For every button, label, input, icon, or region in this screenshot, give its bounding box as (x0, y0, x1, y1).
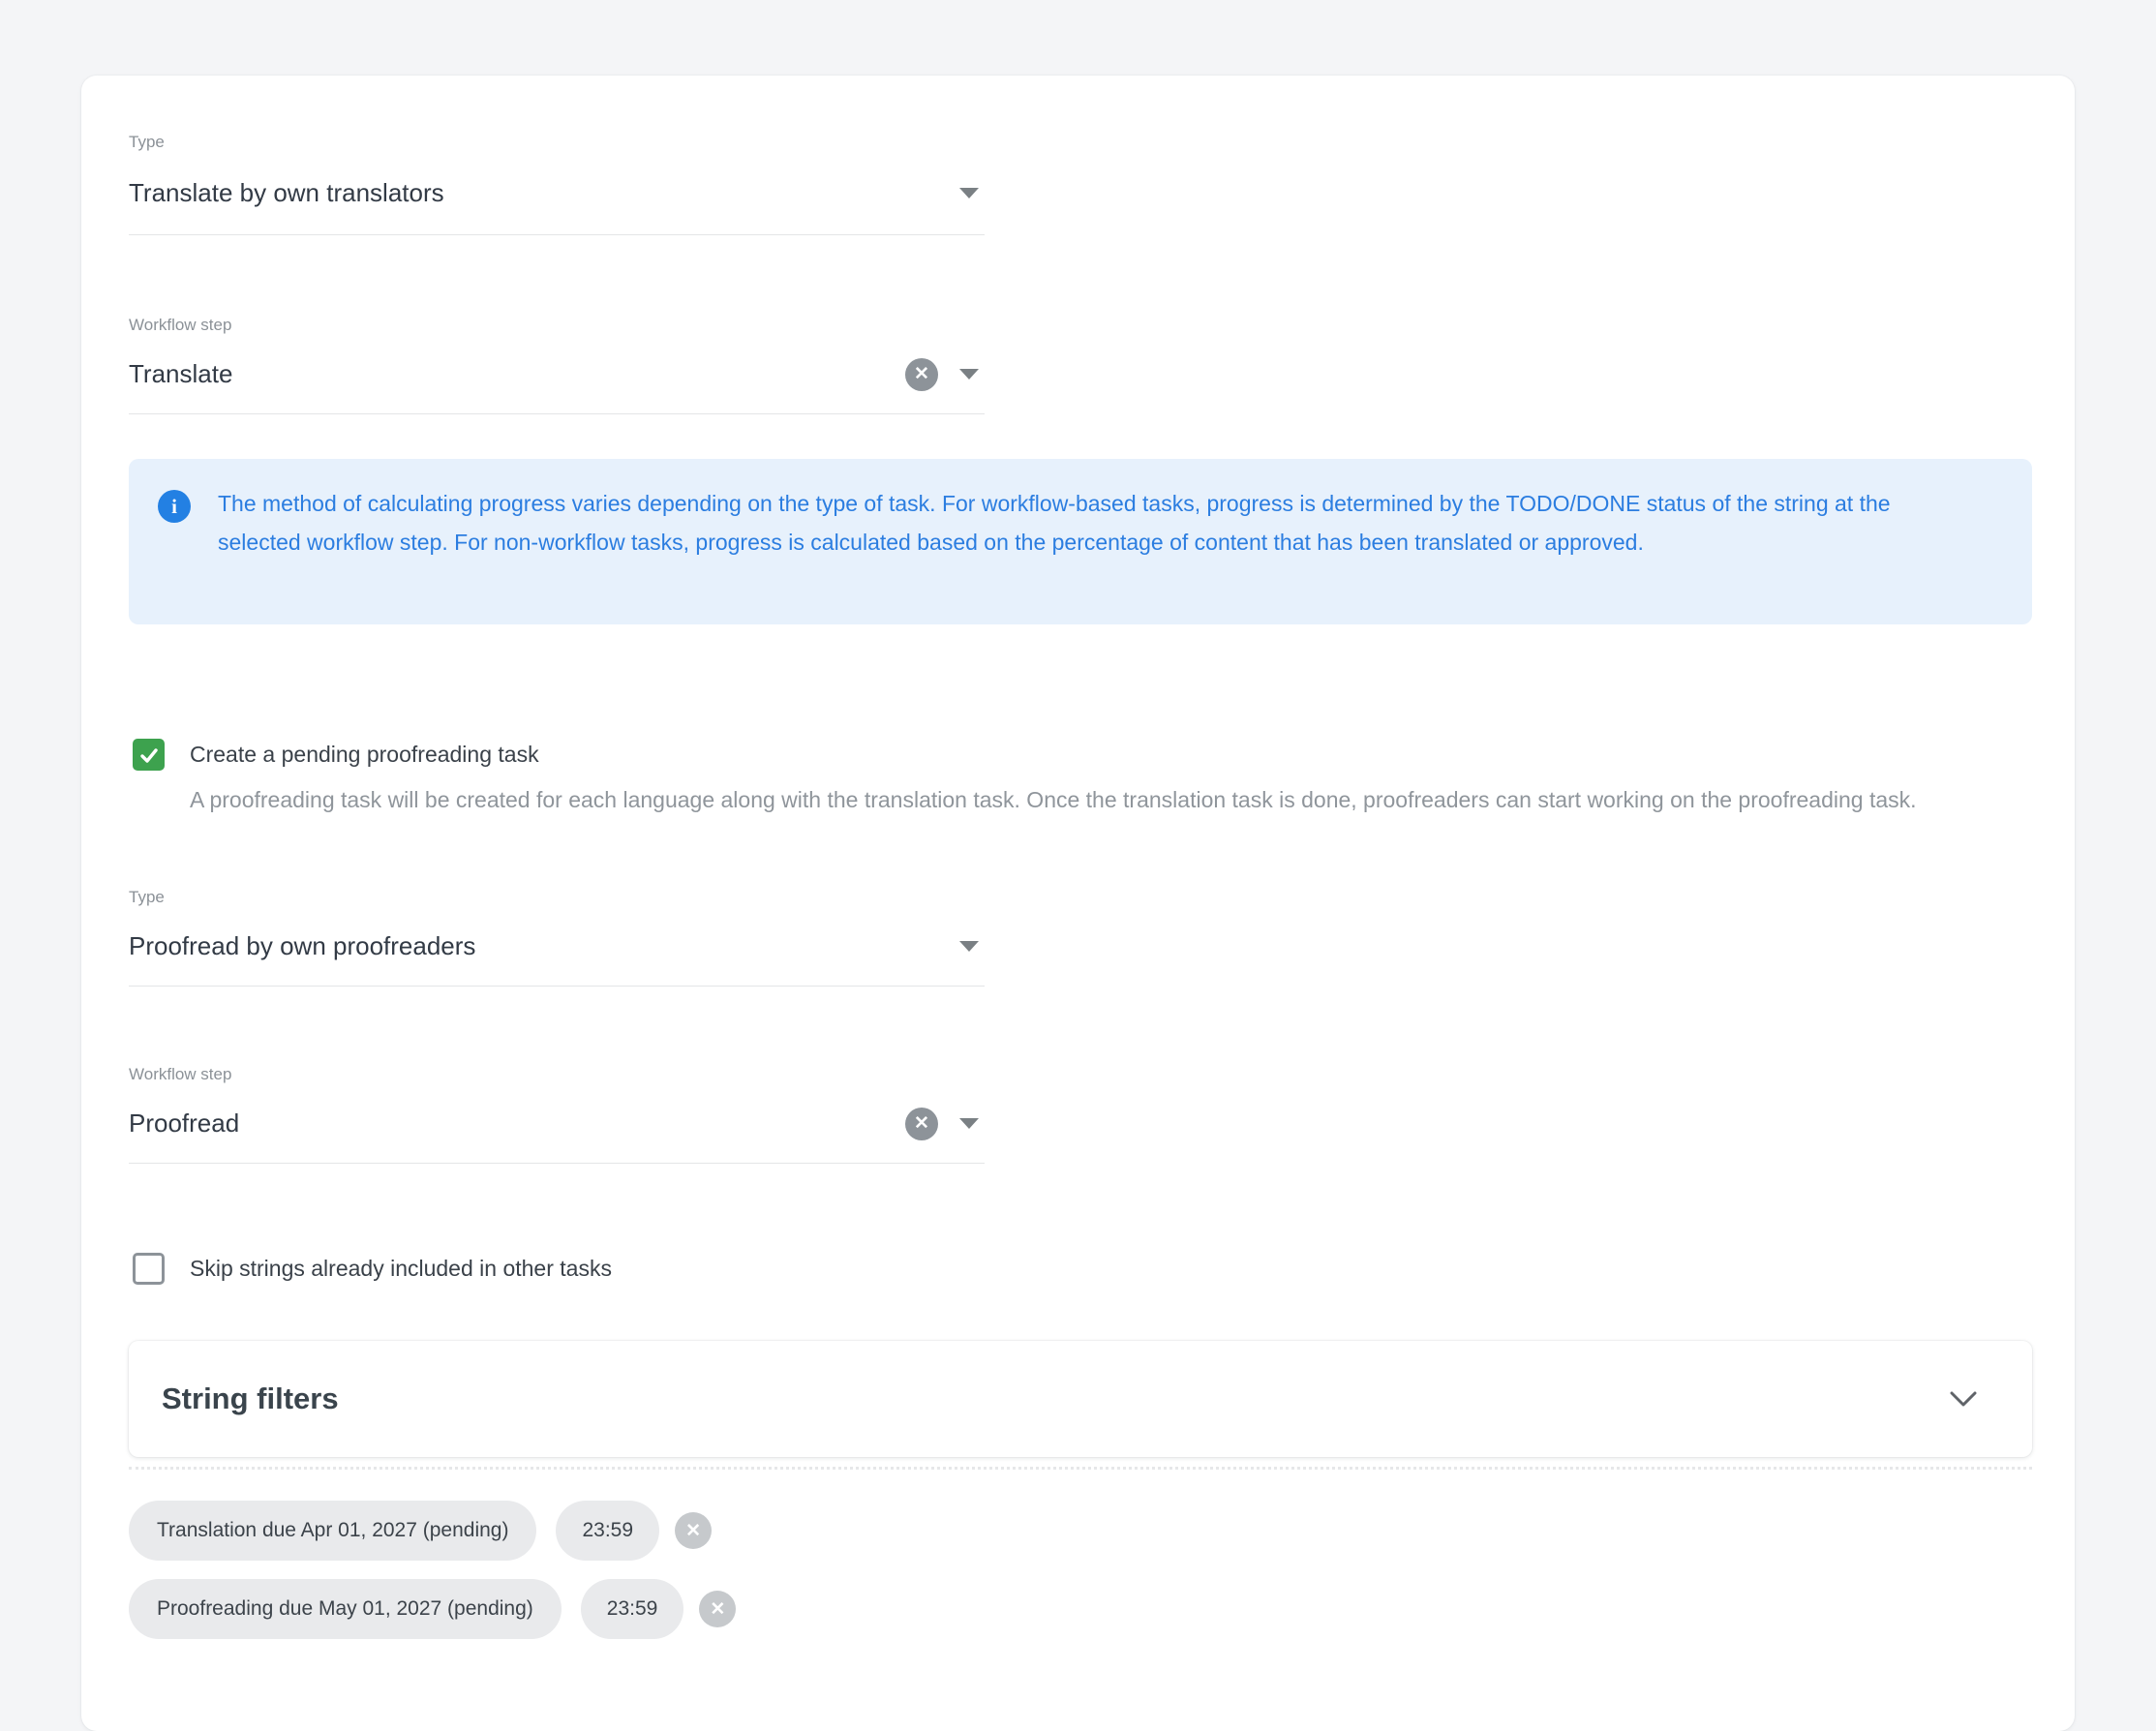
clear-workflow-button[interactable]: ✕ (905, 358, 938, 391)
proofreading-deadline-chip[interactable]: Proofreading due May 01, 2027 (pending) (129, 1579, 562, 1639)
proofreading-workflow-select[interactable]: Proofread ✕ (129, 1084, 985, 1164)
progress-info-text: The method of calculating progress varie… (218, 484, 1960, 624)
translation-workflow-select[interactable]: Translate ✕ (129, 335, 985, 414)
remove-deadline-button[interactable]: ✕ (699, 1591, 736, 1627)
proofreading-type-field: Type Proofread by own proofreaders (129, 888, 985, 987)
deadline-chip-row: Translation due Apr 01, 2027 (pending) 2… (129, 1501, 736, 1561)
proofreading-type-select[interactable]: Proofread by own proofreaders (129, 907, 985, 987)
translation-workflow-label: Workflow step (129, 316, 985, 335)
deadline-chip-row: Proofreading due May 01, 2027 (pending) … (129, 1579, 736, 1639)
info-icon: i (158, 490, 191, 523)
close-icon: ✕ (685, 1520, 701, 1542)
progress-info-note: i The method of calculating progress var… (129, 459, 2032, 624)
string-filters-expander[interactable]: String filters (129, 1341, 2032, 1457)
chevron-down-icon[interactable] (1949, 1390, 1978, 1408)
translation-type-field: Type Translate by own translators (129, 133, 985, 235)
proofreading-deadline-time-chip[interactable]: 23:59 (581, 1579, 684, 1639)
close-icon: ✕ (914, 365, 929, 383)
translation-type-select[interactable]: Translate by own translators (129, 152, 985, 235)
divider (129, 1467, 2032, 1470)
dropdown-caret-icon[interactable] (959, 188, 979, 198)
checkbox-checked-icon[interactable] (133, 739, 165, 771)
translation-type-value: Translate by own translators (129, 178, 938, 208)
dropdown-caret-icon[interactable] (959, 369, 979, 380)
skip-strings-checkbox-row[interactable]: Skip strings already included in other t… (133, 1253, 612, 1285)
translation-workflow-value: Translate (129, 359, 905, 389)
translation-type-label: Type (129, 133, 985, 152)
close-icon: ✕ (710, 1598, 725, 1621)
checkbox-unchecked-icon[interactable] (133, 1253, 165, 1285)
proofreading-workflow-value: Proofread (129, 1108, 905, 1139)
dropdown-caret-icon[interactable] (959, 1118, 979, 1129)
translation-deadline-chip[interactable]: Translation due Apr 01, 2027 (pending) (129, 1501, 536, 1561)
remove-deadline-button[interactable]: ✕ (675, 1512, 712, 1549)
proofreading-workflow-field: Workflow step Proofread ✕ (129, 1065, 985, 1164)
proofreading-workflow-label: Workflow step (129, 1065, 985, 1084)
create-proofreading-description: A proofreading task will be created for … (190, 779, 2019, 820)
skip-strings-label: Skip strings already included in other t… (190, 1253, 612, 1285)
string-filters-title: String filters (162, 1382, 1949, 1416)
checkmark-icon (138, 744, 160, 766)
close-icon: ✕ (914, 1114, 929, 1133)
translation-deadline-time-chip[interactable]: 23:59 (556, 1501, 659, 1561)
dropdown-caret-icon[interactable] (959, 941, 979, 952)
proofreading-type-label: Type (129, 888, 985, 907)
deadline-chip-list: Translation due Apr 01, 2027 (pending) 2… (129, 1501, 736, 1639)
translation-workflow-field: Workflow step Translate ✕ (129, 316, 985, 414)
create-proofreading-label: Create a pending proofreading task (190, 739, 539, 771)
clear-workflow-button[interactable]: ✕ (905, 1108, 938, 1140)
proofreading-type-value: Proofread by own proofreaders (129, 931, 938, 961)
task-form-card: Type Translate by own translators Workfl… (81, 76, 2075, 1731)
create-proofreading-checkbox-row[interactable]: Create a pending proofreading task (133, 739, 539, 771)
